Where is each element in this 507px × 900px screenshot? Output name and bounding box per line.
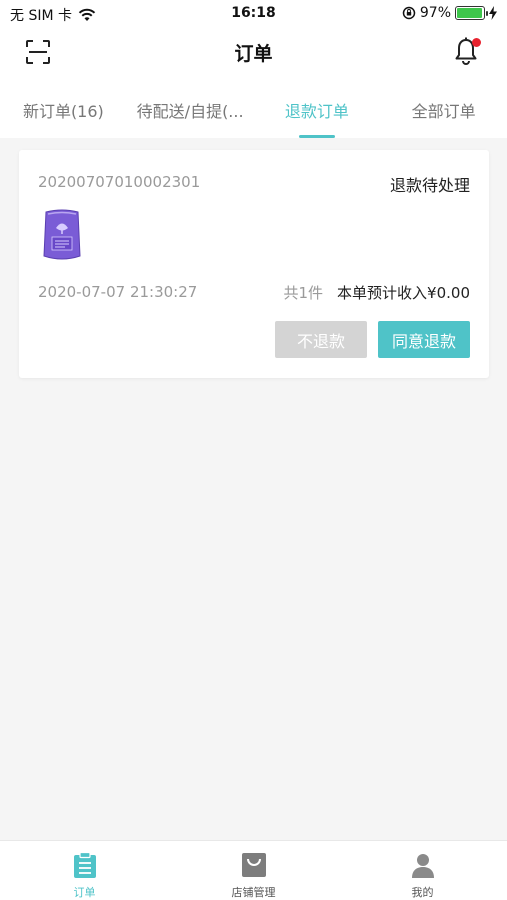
- bottom-tab-store-management[interactable]: 店铺管理: [169, 841, 338, 900]
- order-number: 20200707010002301: [38, 173, 201, 191]
- order-tabs: 新订单(16) 待配送/自提(... 退款订单 全部订单: [0, 76, 507, 138]
- battery-fill: [457, 8, 483, 18]
- agree-refund-button[interactable]: 同意退款: [378, 321, 470, 358]
- battery-percent: 97%: [419, 5, 451, 21]
- order-time: 2020-07-07 21:30:27: [38, 283, 198, 301]
- tab-all-orders[interactable]: 全部订单: [380, 76, 507, 138]
- clipboard-icon: [73, 851, 96, 878]
- tab-label: 新订单(16): [22, 102, 104, 121]
- tab-label: 待配送/自提(...: [136, 102, 244, 121]
- status-bar: 无 SIM 卡 16:18 97%: [0, 0, 507, 28]
- notification-button[interactable]: [453, 36, 481, 66]
- user-icon: [411, 854, 434, 878]
- page-title: 订单: [234, 43, 273, 65]
- expected-income: 本单预计收入¥0.00: [337, 284, 470, 302]
- bottom-tab-bar: 订单 店铺管理 我的: [0, 840, 507, 900]
- active-tab-indicator: [298, 135, 335, 138]
- tab-label: 退款订单: [284, 102, 349, 121]
- nav-bar: 订单: [0, 28, 507, 76]
- tab-refund-orders[interactable]: 退款订单: [254, 76, 381, 138]
- refuse-refund-button[interactable]: 不退款: [275, 321, 367, 358]
- order-card[interactable]: 20200707010002301 退款待处理 2020-07-07 21:30…: [19, 150, 489, 378]
- charging-icon: [489, 6, 497, 20]
- order-status: 退款待处理: [389, 176, 470, 195]
- product-thumbnail: [43, 209, 81, 260]
- orientation-lock-icon: [402, 6, 416, 20]
- notification-badge: [472, 38, 481, 47]
- tab-new-orders[interactable]: 新订单(16): [0, 76, 127, 138]
- order-summary: 共1件 本单预计收入¥0.00: [284, 282, 471, 303]
- item-count: 共1件: [283, 284, 324, 302]
- bag-icon: [241, 853, 266, 877]
- status-right: 97%: [402, 5, 497, 21]
- bottom-tab-label: 我的: [411, 886, 434, 899]
- battery-icon: [455, 6, 488, 20]
- bottom-tab-orders[interactable]: 订单: [0, 841, 169, 900]
- tab-label: 全部订单: [411, 102, 476, 121]
- tab-pending-delivery[interactable]: 待配送/自提(...: [127, 76, 254, 138]
- bottom-tab-profile[interactable]: 我的: [338, 841, 507, 900]
- bottom-tab-label: 订单: [73, 886, 96, 899]
- bottom-tab-label: 店铺管理: [231, 886, 276, 899]
